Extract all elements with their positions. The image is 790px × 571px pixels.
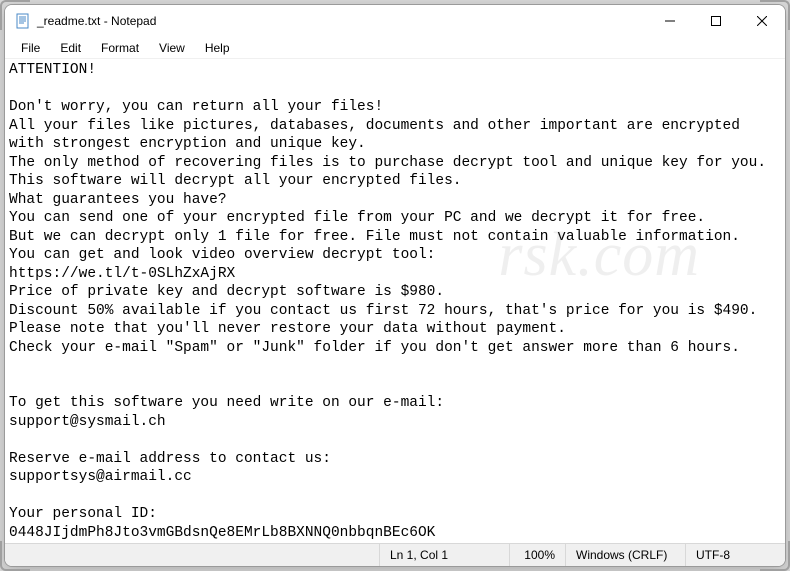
status-zoom: 100% <box>509 544 565 566</box>
menu-format[interactable]: Format <box>91 39 149 57</box>
close-icon <box>757 16 767 26</box>
text-editor[interactable]: ATTENTION! Don't worry, you can return a… <box>5 59 785 543</box>
statusbar: Ln 1, Col 1 100% Windows (CRLF) UTF-8 <box>5 543 785 566</box>
close-button[interactable] <box>739 5 785 37</box>
maximize-icon <box>711 16 721 26</box>
menu-help[interactable]: Help <box>195 39 240 57</box>
maximize-button[interactable] <box>693 5 739 37</box>
minimize-button[interactable] <box>647 5 693 37</box>
status-line-col: Ln 1, Col 1 <box>379 544 509 566</box>
menu-edit[interactable]: Edit <box>50 39 91 57</box>
status-encoding: UTF-8 <box>685 544 785 566</box>
menu-file[interactable]: File <box>11 39 50 57</box>
menubar: File Edit Format View Help <box>5 37 785 59</box>
window-title: _readme.txt - Notepad <box>37 14 647 28</box>
notepad-window: _readme.txt - Notepad File Edit Format V… <box>4 4 786 567</box>
titlebar: _readme.txt - Notepad <box>5 5 785 37</box>
minimize-icon <box>665 16 675 26</box>
window-controls <box>647 5 785 37</box>
status-line-ending: Windows (CRLF) <box>565 544 685 566</box>
menu-view[interactable]: View <box>149 39 195 57</box>
notepad-icon <box>15 13 31 29</box>
